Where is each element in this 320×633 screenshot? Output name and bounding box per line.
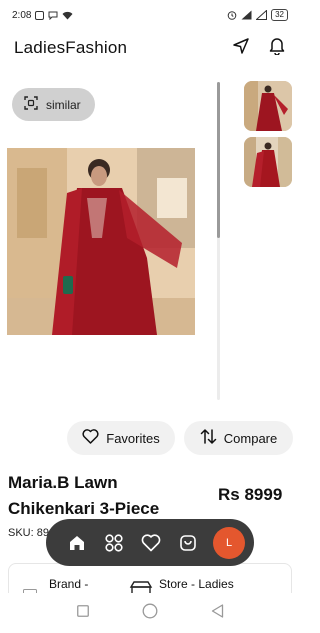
status-right: 32 — [227, 9, 288, 21]
battery-indicator: 32 — [271, 9, 288, 21]
signal-icon — [241, 10, 252, 20]
floating-nav-bar: L — [46, 519, 254, 566]
thumbnail-2[interactable] — [244, 137, 292, 187]
back-icon[interactable] — [211, 603, 224, 623]
thumbnail-1[interactable] — [244, 81, 292, 131]
send-icon[interactable] — [232, 37, 250, 60]
home-icon[interactable] — [65, 531, 89, 555]
compare-label: Compare — [223, 430, 278, 446]
message-icon — [48, 11, 58, 20]
notification-icon — [35, 10, 45, 20]
app-actions — [232, 36, 286, 60]
favorites-label: Favorites — [106, 430, 160, 446]
favorites-button[interactable]: Favorites — [67, 421, 175, 455]
brand-label: Brand - — [49, 577, 89, 591]
home-circle-icon[interactable] — [142, 603, 158, 624]
recents-icon[interactable] — [76, 604, 89, 622]
profile-avatar[interactable]: L — [213, 526, 245, 559]
app-title: LadiesFashion — [14, 38, 128, 57]
similar-label: similar — [46, 97, 81, 112]
product-price: Rs 8999 — [218, 485, 283, 504]
system-nav-bar — [0, 593, 300, 633]
heart-icon[interactable] — [139, 531, 163, 555]
scan-icon — [24, 96, 38, 113]
similar-button[interactable]: similar — [12, 88, 95, 121]
compare-button[interactable]: Compare — [184, 421, 293, 455]
product-sku: SKU: 89 — [8, 527, 49, 539]
bag-icon[interactable] — [176, 531, 200, 555]
app-bar: LadiesFashion — [0, 30, 300, 66]
product-main-image[interactable] — [7, 148, 195, 335]
bell-icon[interactable] — [268, 36, 286, 60]
status-left: 2:08 — [12, 10, 73, 21]
store-label: Store - Ladies — [159, 577, 234, 591]
image-scroll-thumb[interactable] — [217, 82, 220, 238]
grid-icon[interactable] — [102, 531, 126, 555]
status-bar: 2:08 32 — [0, 0, 300, 30]
product-name: Maria.B Lawn Chikenkari 3-Piece — [8, 473, 160, 518]
heart-icon — [82, 429, 99, 447]
alarm-icon — [227, 10, 237, 20]
status-time: 2:08 — [12, 9, 32, 21]
sort-arrows-icon — [200, 429, 217, 447]
signal-icon-2 — [256, 10, 268, 20]
wifi-icon — [62, 11, 73, 20]
